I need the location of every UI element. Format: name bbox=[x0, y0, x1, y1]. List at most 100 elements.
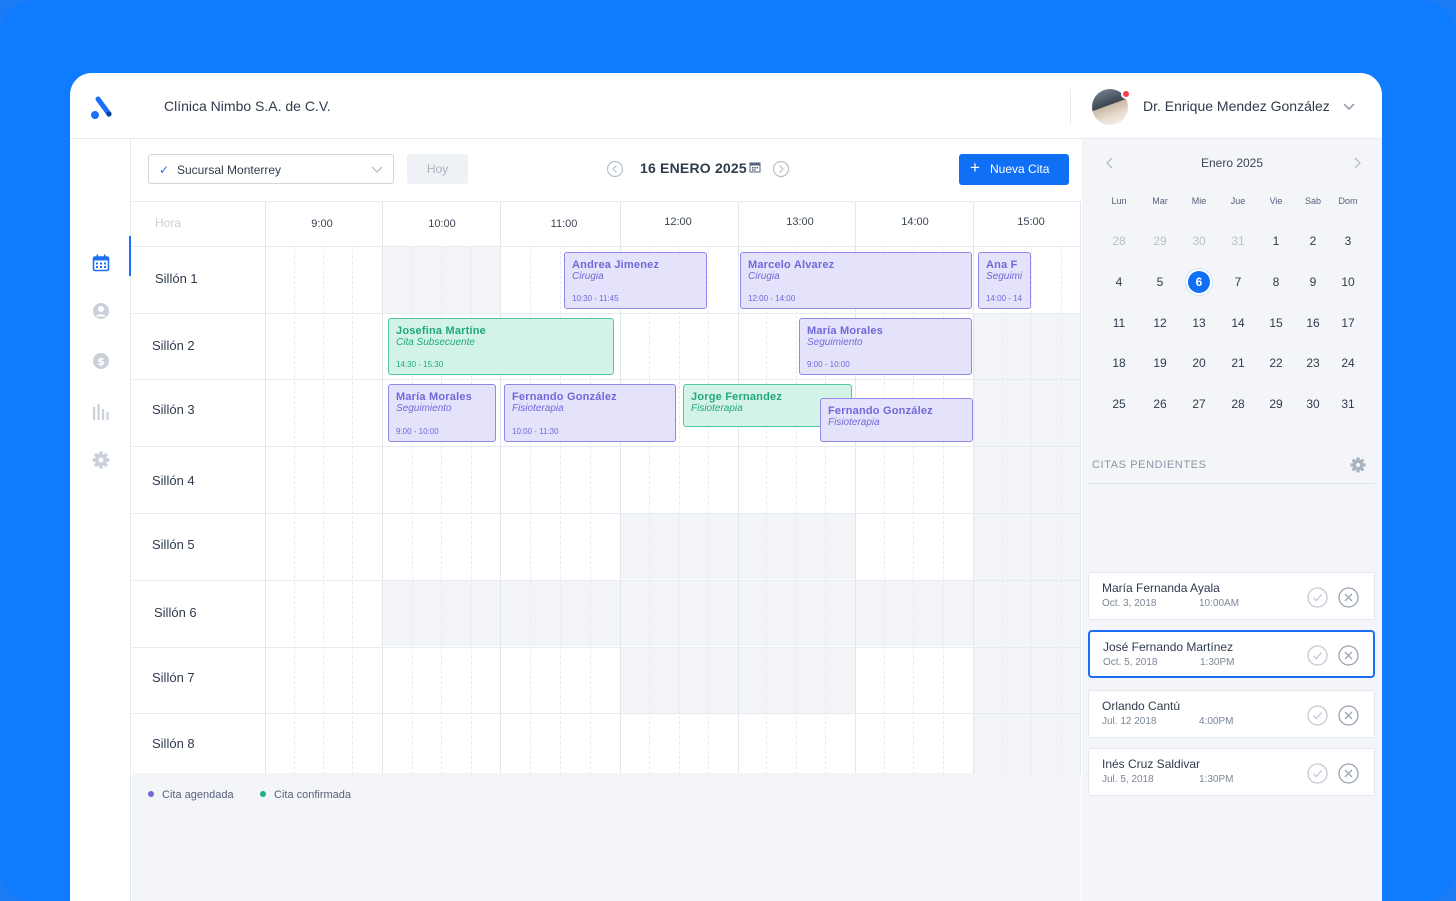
divider bbox=[1070, 89, 1071, 125]
calendar-day[interactable]: 31 bbox=[1337, 393, 1359, 415]
appointment-block[interactable]: María Morales Seguimiento 9:00 - 10:00 bbox=[388, 384, 496, 442]
appointment-name: María Morales bbox=[396, 391, 472, 403]
today-button[interactable]: Hoy bbox=[407, 154, 468, 184]
calendar-day[interactable]: 6 bbox=[1188, 271, 1210, 293]
calendar-day[interactable]: 19 bbox=[1149, 352, 1171, 374]
new-appointment-button[interactable]: + Nueva Cita bbox=[959, 154, 1069, 185]
calendar-day[interactable]: 9 bbox=[1302, 271, 1324, 293]
unavailable-block bbox=[974, 314, 1081, 774]
sidebar-active-indicator bbox=[129, 236, 131, 276]
appointment-block[interactable]: Ana F Seguimi 14:00 - 14 bbox=[978, 252, 1031, 309]
reject-icon[interactable] bbox=[1338, 587, 1359, 608]
appointment-block[interactable]: Andrea Jimenez Cirugia 10:30 - 11:45 bbox=[564, 252, 707, 309]
calendar-day[interactable]: 24 bbox=[1337, 352, 1359, 374]
appointment-block[interactable]: Fernando González Fisioterapia bbox=[820, 398, 973, 442]
appointment-name: Andrea Jimenez bbox=[572, 259, 660, 271]
hour-header: Hora bbox=[155, 216, 182, 230]
calendar-day[interactable]: 31 bbox=[1227, 230, 1249, 252]
avatar[interactable] bbox=[1092, 89, 1131, 125]
appointment-block[interactable]: Marcelo Alvarez Cirugia 12:00 - 14:00 bbox=[740, 252, 972, 309]
weekday-label: Sab bbox=[1304, 196, 1322, 206]
reject-icon[interactable] bbox=[1338, 763, 1359, 784]
calendar-day[interactable]: 16 bbox=[1302, 312, 1324, 334]
calendar-day[interactable]: 28 bbox=[1227, 393, 1249, 415]
reports-icon[interactable] bbox=[92, 403, 110, 421]
reject-icon[interactable] bbox=[1338, 645, 1359, 666]
calendar-day[interactable]: 12 bbox=[1149, 312, 1171, 334]
pending-date: Oct. 5, 2018 bbox=[1103, 657, 1158, 668]
calendar-day[interactable]: 8 bbox=[1265, 271, 1287, 293]
settings-icon[interactable] bbox=[92, 451, 110, 469]
calendar-day[interactable]: 11 bbox=[1108, 312, 1130, 334]
calendar-day[interactable]: 10 bbox=[1337, 271, 1359, 293]
calendar-day[interactable]: 29 bbox=[1265, 393, 1287, 415]
calendar-day[interactable]: 27 bbox=[1188, 393, 1210, 415]
calendar-day[interactable]: 1 bbox=[1265, 230, 1287, 252]
appointment-block[interactable]: Fernando González Fisioterapia 10:00 - 1… bbox=[504, 384, 676, 442]
pending-title: CITAS PENDIENTES bbox=[1092, 459, 1207, 471]
appointment-time: 9:00 - 10:00 bbox=[396, 427, 439, 436]
calendar-day[interactable]: 30 bbox=[1188, 230, 1210, 252]
calendar-day[interactable]: 29 bbox=[1149, 230, 1171, 252]
app-logo[interactable] bbox=[88, 95, 114, 121]
confirm-icon[interactable] bbox=[1307, 705, 1328, 726]
chevron-right-icon[interactable] bbox=[1352, 157, 1362, 169]
calendar-small-icon[interactable] bbox=[749, 161, 761, 173]
new-appointment-label: Nueva Cita bbox=[990, 162, 1050, 176]
pending-card[interactable]: José Fernando Martínez Oct. 5, 2018 1:30… bbox=[1088, 630, 1375, 678]
gear-icon[interactable] bbox=[1350, 457, 1366, 473]
user-name[interactable]: Dr. Enrique Mendez González bbox=[1143, 98, 1330, 114]
appointment-time: 14:30 - 15:30 bbox=[396, 360, 444, 369]
calendar-day[interactable]: 13 bbox=[1188, 312, 1210, 334]
calendar-day[interactable]: 21 bbox=[1227, 352, 1249, 374]
calendar-day[interactable]: 25 bbox=[1108, 393, 1130, 415]
next-day-icon[interactable] bbox=[772, 160, 790, 178]
hour-label: 11:00 bbox=[550, 218, 578, 230]
chevron-down-icon[interactable] bbox=[1342, 101, 1356, 111]
hour-label: 10:00 bbox=[428, 218, 456, 230]
check-icon: ✓ bbox=[159, 163, 170, 177]
chair-label: Sillón 5 bbox=[152, 537, 195, 552]
calendar-day[interactable]: 2 bbox=[1302, 230, 1324, 252]
calendar-day[interactable]: 22 bbox=[1265, 352, 1287, 374]
current-date: 16 ENERO 2025 bbox=[640, 160, 747, 176]
chair-label: Sillón 2 bbox=[152, 338, 195, 353]
confirm-icon[interactable] bbox=[1307, 763, 1328, 784]
appointment-name: Marcelo Alvarez bbox=[748, 259, 835, 271]
pending-date: Jul. 12 2018 bbox=[1102, 716, 1157, 727]
calendar-day[interactable]: 30 bbox=[1302, 393, 1324, 415]
calendar-day[interactable]: 3 bbox=[1337, 230, 1359, 252]
calendar-day[interactable]: 14 bbox=[1227, 312, 1249, 334]
appointment-block[interactable]: Josefina Martíne Cita Subsecuente 14:30 … bbox=[388, 318, 614, 375]
pending-name: Orlando Cantú bbox=[1102, 699, 1181, 713]
pending-card[interactable]: Orlando Cantú Jul. 12 2018 4:00PM bbox=[1088, 690, 1375, 738]
hour-label: 14:00 bbox=[901, 216, 929, 228]
calendar-day[interactable]: 23 bbox=[1302, 352, 1324, 374]
calendar-icon[interactable] bbox=[92, 254, 110, 272]
patient-icon[interactable] bbox=[92, 302, 110, 320]
calendar-day[interactable]: 15 bbox=[1265, 312, 1287, 334]
calendar-day[interactable]: 26 bbox=[1149, 393, 1171, 415]
prev-day-icon[interactable] bbox=[606, 160, 624, 178]
appointment-block[interactable]: María Morales Seguimiento 9:00 - 10:00 bbox=[799, 318, 972, 375]
confirm-icon[interactable] bbox=[1307, 587, 1328, 608]
branch-select[interactable]: ✓ Sucursal Monterrey bbox=[148, 154, 394, 184]
calendar-day[interactable]: 5 bbox=[1149, 271, 1171, 293]
calendar-day[interactable]: 18 bbox=[1108, 352, 1130, 374]
calendar-day[interactable]: 28 bbox=[1108, 230, 1130, 252]
weekday-label: Lun bbox=[1111, 196, 1127, 206]
confirm-icon[interactable] bbox=[1307, 645, 1328, 666]
weekday-label: Mar bbox=[1152, 196, 1168, 206]
calendar-day[interactable]: 4 bbox=[1108, 271, 1130, 293]
pending-card[interactable]: Inés Cruz Saldivar Jul. 5, 2018 1:30PM bbox=[1088, 748, 1375, 796]
reject-icon[interactable] bbox=[1338, 705, 1359, 726]
legend-dot bbox=[148, 791, 154, 797]
grid-line bbox=[382, 202, 383, 774]
billing-icon[interactable]: $ bbox=[92, 352, 110, 370]
calendar-day[interactable]: 7 bbox=[1227, 271, 1249, 293]
appointment-time: 9:00 - 10:00 bbox=[807, 360, 850, 369]
pending-card[interactable]: María Fernanda Ayala Oct. 3, 2018 10:00A… bbox=[1088, 572, 1375, 620]
calendar-day[interactable]: 20 bbox=[1188, 352, 1210, 374]
calendar-day[interactable]: 17 bbox=[1337, 312, 1359, 334]
legend-dot bbox=[260, 791, 266, 797]
